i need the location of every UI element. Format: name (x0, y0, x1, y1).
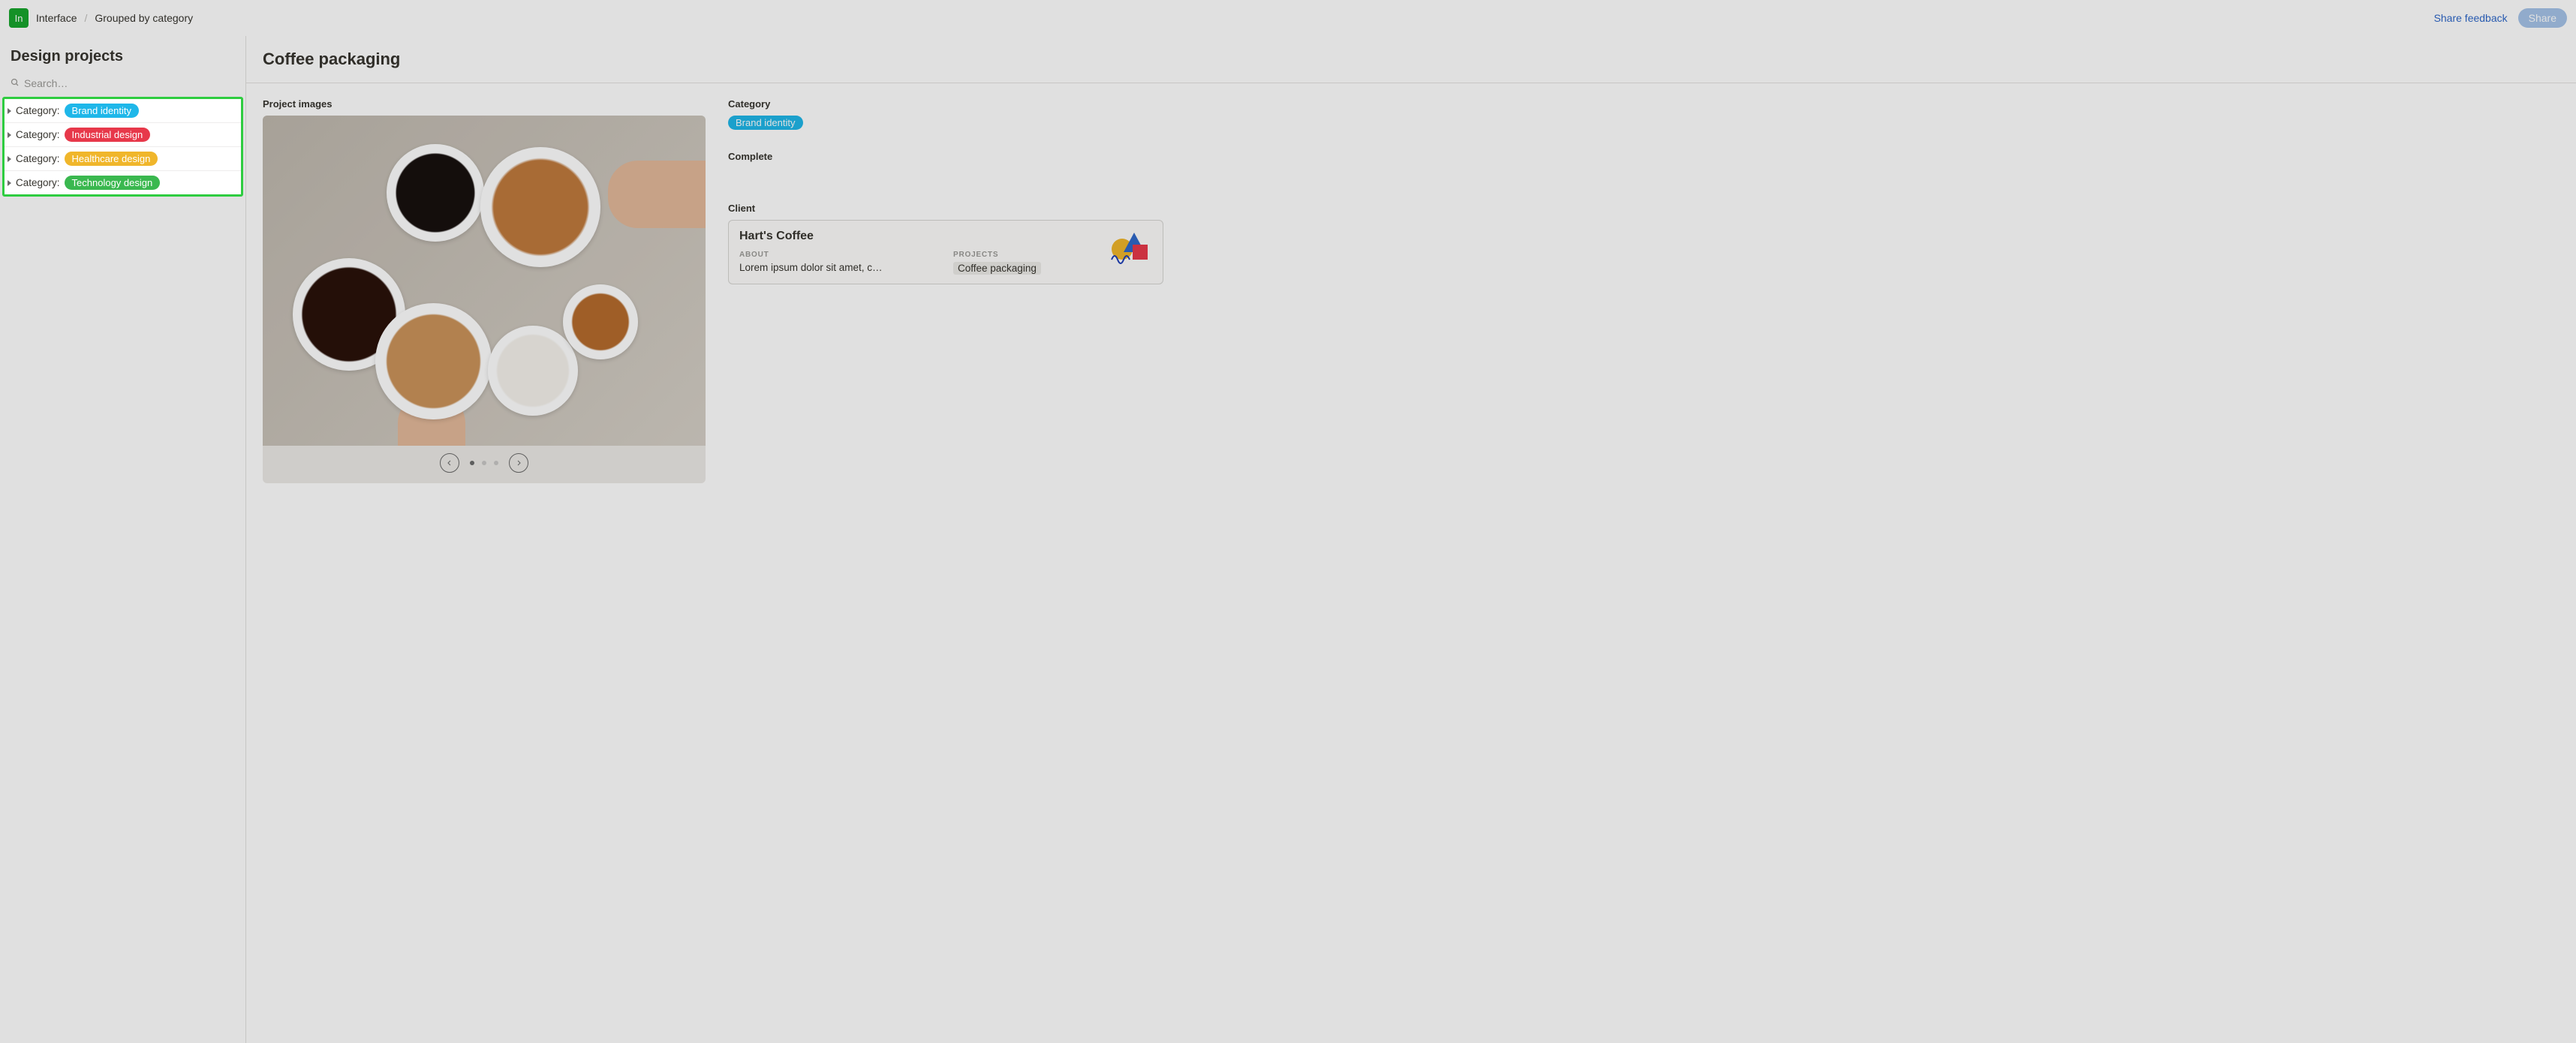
carousel-controls (263, 446, 706, 483)
carousel-dot[interactable] (470, 461, 474, 465)
breadcrumb: Interface / Grouped by category (36, 12, 193, 24)
search-input[interactable] (24, 77, 235, 89)
project-images-label: Project images (263, 98, 706, 110)
carousel-dots (470, 461, 498, 465)
disclosure-icon (8, 108, 11, 114)
topbar: In Interface / Grouped by category Share… (0, 0, 2576, 36)
sidebar: Design projects Category: Brand identity… (0, 36, 246, 1043)
breadcrumb-separator: / (84, 12, 87, 24)
disclosure-icon (8, 132, 11, 138)
breadcrumb-current[interactable]: Grouped by category (95, 12, 193, 24)
client-project-chip[interactable]: Coffee packaging (953, 262, 1041, 275)
workspace-icon[interactable]: In (9, 8, 29, 28)
page-title: Coffee packaging (263, 50, 2559, 69)
client-about-text: Lorem ipsum dolor sit amet, c… (739, 262, 938, 273)
category-tag-industrial-design[interactable]: Industrial design (65, 128, 151, 142)
group-prefix-label: Category: (16, 105, 60, 116)
complete-label: Complete (728, 151, 1163, 162)
client-name: Hart's Coffee (739, 230, 1152, 243)
category-group-row[interactable]: Category: Industrial design (5, 123, 241, 147)
category-group-row[interactable]: Category: Technology design (5, 171, 241, 194)
detail-category-tag[interactable]: Brand identity (728, 116, 803, 130)
carousel-next-button[interactable] (509, 453, 528, 473)
group-prefix-label: Category: (16, 153, 60, 164)
category-group-row[interactable]: Category: Healthcare design (5, 147, 241, 171)
project-image[interactable] (263, 116, 706, 446)
carousel-dot[interactable] (482, 461, 486, 465)
category-group-row[interactable]: Category: Brand identity (5, 99, 241, 123)
search-row[interactable] (0, 74, 245, 97)
category-label: Category (728, 98, 1163, 110)
share-button[interactable]: Share (2518, 8, 2567, 28)
client-logo (1109, 230, 1154, 264)
category-tag-healthcare-design[interactable]: Healthcare design (65, 152, 158, 166)
disclosure-icon (8, 180, 11, 186)
search-icon (11, 77, 20, 89)
share-feedback-link[interactable]: Share feedback (2434, 12, 2508, 24)
category-group-list: Category: Brand identity Category: Indus… (2, 97, 243, 197)
content-area: Coffee packaging Project images (246, 36, 2576, 1043)
page-header: Coffee packaging (246, 36, 2576, 83)
category-tag-brand-identity[interactable]: Brand identity (65, 104, 140, 118)
group-prefix-label: Category: (16, 129, 60, 140)
disclosure-icon (8, 156, 11, 162)
group-prefix-label: Category: (16, 177, 60, 188)
client-card[interactable]: Hart's Coffee ABOUT Lorem ipsum dolor si… (728, 220, 1163, 284)
category-tag-technology-design[interactable]: Technology design (65, 176, 161, 190)
client-about-heading: ABOUT (739, 251, 938, 259)
sidebar-title: Design projects (0, 41, 245, 74)
client-label: Client (728, 203, 1163, 214)
breadcrumb-root[interactable]: Interface (36, 12, 77, 24)
carousel-prev-button[interactable] (440, 453, 459, 473)
project-image-card (263, 116, 706, 483)
carousel-dot[interactable] (494, 461, 498, 465)
